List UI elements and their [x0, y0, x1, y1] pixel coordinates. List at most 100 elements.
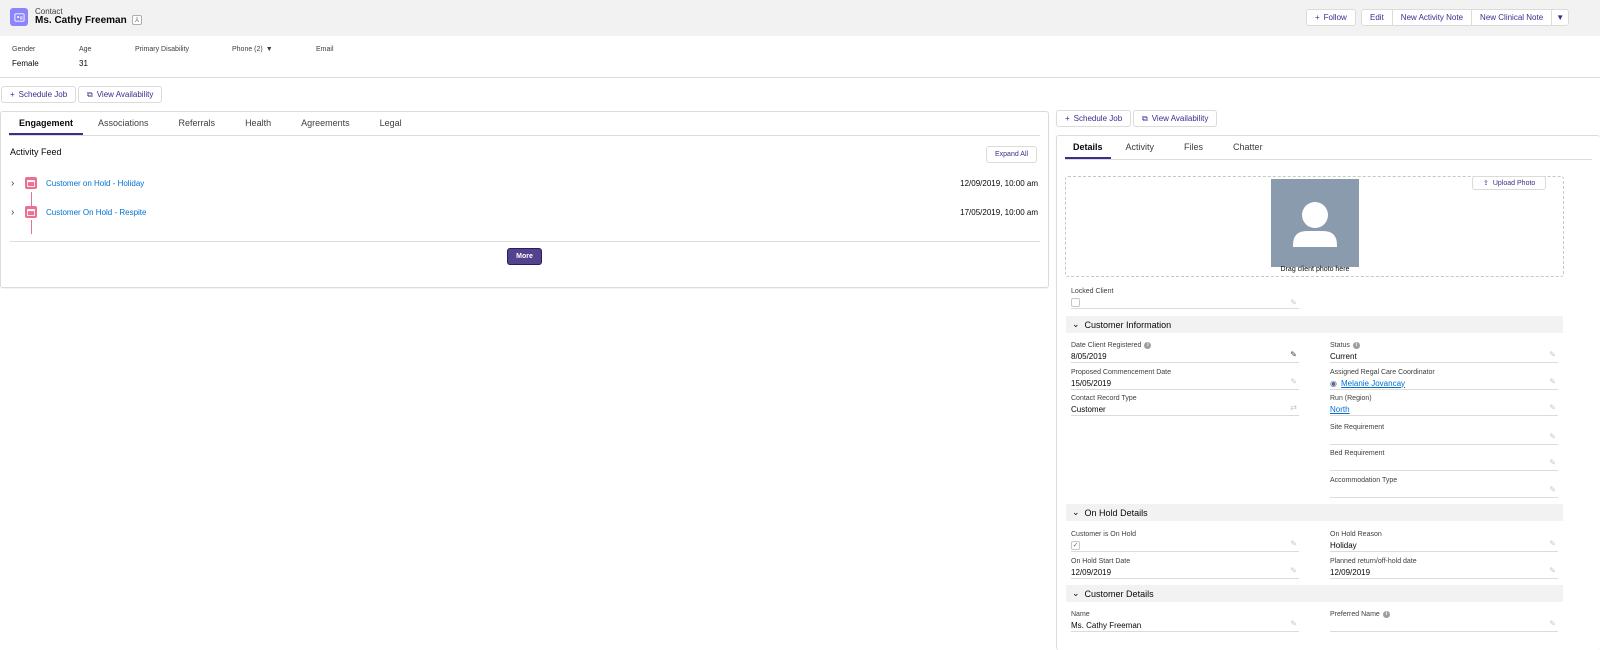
user-avatar-icon: ◉	[1330, 378, 1337, 388]
info-icon[interactable]: i	[1352, 341, 1360, 349]
highlight-age: Age 31	[79, 46, 92, 68]
highlight-email: Email	[316, 46, 334, 53]
event-icon	[25, 206, 37, 218]
coordinator-link[interactable]: Melanie Jovancay	[1341, 379, 1405, 388]
timeline-line	[31, 220, 32, 234]
on-hold-reason-field: On Hold Reason Holiday ✎	[1330, 529, 1558, 552]
activity-date: 17/05/2019, 10:00 am	[960, 207, 1038, 217]
on-hold-checkbox[interactable]: ✓	[1071, 540, 1080, 550]
more-button[interactable]: More	[507, 248, 542, 265]
left-tabset: Engagement Associations Referrals Health…	[9, 112, 1040, 136]
run-region-field: Run (Region) North ✎	[1330, 393, 1558, 416]
pencil-icon[interactable]: ✎	[1290, 619, 1297, 628]
external-link-icon: ⧉	[1142, 113, 1148, 123]
pencil-icon[interactable]: ✎	[1549, 619, 1556, 628]
activity-link[interactable]: Customer on Hold - Holiday	[46, 179, 144, 188]
section-on-hold-details[interactable]: ⌄ On Hold Details	[1066, 504, 1563, 521]
region-link[interactable]: North	[1330, 405, 1350, 414]
customer-on-hold-field: Customer is On Hold ✓ ✎	[1071, 529, 1299, 552]
pencil-icon[interactable]: ✎	[1549, 377, 1556, 386]
right-tabset: Details Activity Files Chatter	[1065, 136, 1592, 160]
pencil-icon[interactable]: ✎	[1549, 432, 1556, 441]
planned-return-field: Planned return/off-hold date 12/09/2019 …	[1330, 556, 1558, 579]
event-icon	[25, 177, 37, 189]
tab-activity[interactable]: Activity	[1111, 135, 1170, 159]
coordinator-field: Assigned Regal Care Coordinator ◉ Melani…	[1330, 367, 1558, 390]
highlight-primary-disability: Primary Disability	[135, 46, 190, 53]
section-customer-details[interactable]: ⌄ Customer Details	[1066, 585, 1563, 602]
tab-associations[interactable]: Associations	[83, 111, 164, 135]
section-customer-information[interactable]: ⌄ Customer Information	[1066, 316, 1563, 333]
pencil-icon[interactable]: ✎	[1290, 539, 1297, 548]
chevron-right-icon[interactable]: ›	[11, 178, 21, 189]
highlights-panel: Gender Female Age 31 Primary Disability …	[0, 36, 1600, 78]
new-activity-note-button[interactable]: New Activity Note	[1391, 9, 1473, 26]
chevron-down-icon: ⌄	[1072, 319, 1080, 329]
name-field: Name Ms. Cathy Freeman ✎	[1071, 609, 1299, 632]
pencil-icon[interactable]: ✎	[1290, 298, 1297, 307]
pencil-icon[interactable]: ✎	[1549, 458, 1556, 467]
hierarchy-icon[interactable]: ⅄	[132, 15, 142, 25]
highlight-phone[interactable]: Phone (2) ▼	[232, 46, 273, 59]
tab-files[interactable]: Files	[1169, 135, 1218, 159]
view-availability-button[interactable]: ⧉ View Availability	[78, 86, 163, 103]
plus-icon: +	[10, 90, 15, 99]
tab-agreements[interactable]: Agreements	[286, 111, 365, 135]
drag-photo-text: Drag client photo here	[1280, 266, 1350, 273]
follow-button[interactable]: + Follow	[1306, 9, 1356, 26]
activity-link[interactable]: Customer On Hold - Respite	[46, 208, 146, 217]
tab-legal[interactable]: Legal	[365, 111, 417, 135]
site-requirement-field: Site Requirement ✎	[1330, 422, 1558, 445]
on-hold-start-field: On Hold Start Date 12/09/2019 ✎	[1071, 556, 1299, 579]
plus-icon: +	[1315, 13, 1320, 22]
chevron-right-icon[interactable]: ›	[11, 207, 21, 218]
pencil-icon[interactable]: ✎	[1290, 377, 1297, 386]
info-icon[interactable]: i	[1382, 610, 1390, 618]
tab-chatter[interactable]: Chatter	[1218, 135, 1278, 159]
user-icon	[1293, 202, 1337, 247]
external-link-icon: ⧉	[87, 89, 93, 99]
proposed-commencement-field: Proposed Commencement Date 15/05/2019 ✎	[1071, 367, 1299, 390]
record-header: Contact Ms. Cathy Freeman ⅄ + Follow Edi…	[0, 0, 1600, 36]
accommodation-type-field: Accommodation Type ✎	[1330, 475, 1558, 498]
date-registered-field: Date Client Registered i 8/05/2019 ✎	[1071, 340, 1299, 363]
edit-button[interactable]: Edit	[1361, 9, 1393, 26]
upload-photo-button[interactable]: ⇪ Upload Photo	[1472, 176, 1547, 190]
tab-engagement[interactable]: Engagement	[9, 111, 84, 135]
highlight-gender: Gender Female	[12, 46, 39, 68]
view-availability-button-right[interactable]: ⧉ View Availability	[1133, 110, 1218, 127]
schedule-job-button-right[interactable]: + Schedule Job	[1056, 110, 1132, 127]
activity-item[interactable]: › Customer on Hold - Holiday 12/09/2019,…	[11, 173, 1038, 193]
pencil-icon[interactable]: ✎	[1549, 350, 1556, 359]
schedule-job-button[interactable]: + Schedule Job	[1, 86, 77, 103]
caret-down-icon: ▼	[265, 46, 273, 53]
locked-client-checkbox[interactable]	[1071, 297, 1080, 307]
upload-icon: ⇪	[1483, 180, 1489, 187]
expand-all-button[interactable]: Expand All	[986, 146, 1038, 163]
avatar-placeholder	[1271, 179, 1359, 267]
activity-item[interactable]: › Customer On Hold - Respite 17/05/2019,…	[11, 202, 1038, 222]
bed-requirement-field: Bed Requirement ✎	[1330, 448, 1558, 471]
tab-details[interactable]: Details	[1065, 135, 1111, 159]
pencil-icon[interactable]: ✎	[1549, 403, 1556, 412]
pencil-icon[interactable]: ✎	[1549, 485, 1556, 494]
tab-referrals[interactable]: Referrals	[164, 111, 231, 135]
change-record-type-icon[interactable]: ⇄	[1290, 403, 1297, 412]
record-type-field: Contact Record Type Customer ⇄	[1071, 393, 1299, 416]
new-clinical-note-button[interactable]: New Clinical Note	[1471, 9, 1553, 26]
chevron-down-icon: ▼	[1556, 13, 1565, 22]
pencil-icon[interactable]: ✎	[1549, 566, 1556, 575]
pencil-icon[interactable]: ✎	[1290, 566, 1297, 575]
more-actions-dropdown[interactable]: ▼	[1551, 9, 1570, 26]
status-field: Status i Current ✎	[1330, 340, 1558, 363]
chevron-down-icon: ⌄	[1072, 507, 1080, 517]
divider	[10, 241, 1040, 242]
activity-feed-title: Activity Feed	[10, 147, 62, 157]
chevron-down-icon: ⌄	[1072, 588, 1080, 598]
pencil-icon[interactable]: ✎	[1549, 539, 1556, 548]
contact-icon	[10, 8, 28, 26]
pencil-icon[interactable]: ✎	[1290, 350, 1297, 359]
record-title: Ms. Cathy Freeman	[35, 15, 127, 26]
info-icon[interactable]: i	[1144, 341, 1152, 349]
tab-health[interactable]: Health	[230, 111, 286, 135]
